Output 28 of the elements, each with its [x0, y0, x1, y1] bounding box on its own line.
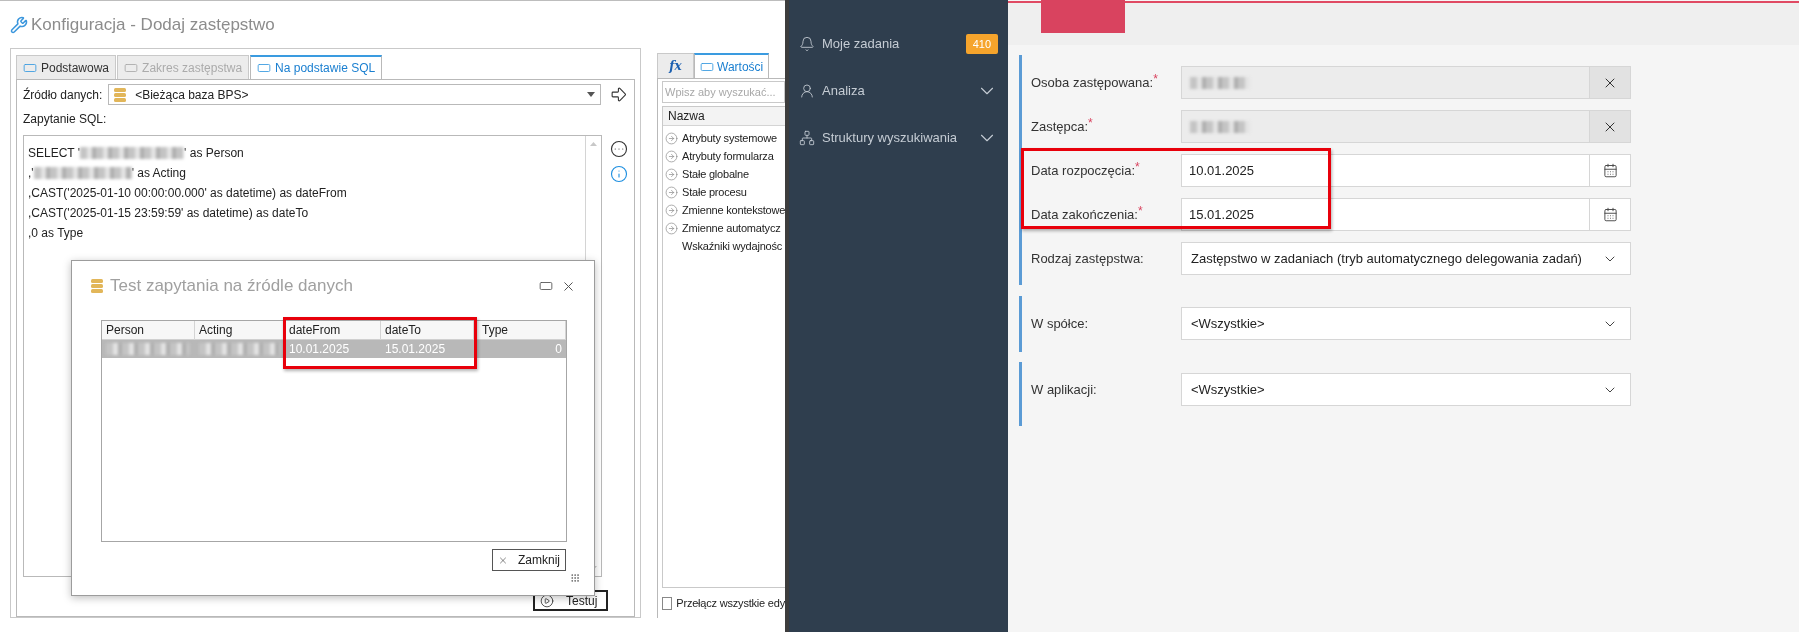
field-label: Źródło danych:: [23, 86, 104, 104]
required-mark: *: [1153, 72, 1158, 85]
code-line: ' as Acting: [131, 165, 186, 182]
count-badge: 410: [965, 33, 998, 54]
dialog-title: Test zapytania na źródle danych: [110, 275, 353, 298]
field-label: Rodzaj zastępstwa:: [1031, 249, 1144, 268]
field-label: W aplikacji:: [1031, 380, 1097, 399]
window-title: Konfiguracja - Dodaj zastępstwo: [31, 13, 275, 36]
field-label: Data rozpoczęcia:: [1031, 161, 1136, 180]
code-line: ,CAST('2025-01-15 23:59:59' as datetime) as dateTo: [28, 205, 309, 222]
required-mark: *: [1137, 204, 1143, 217]
field-label: Data zakończenia:: [1031, 205, 1138, 224]
required-mark: *: [1135, 160, 1140, 173]
required-mark: *: [1088, 116, 1093, 129]
checkbox-label: Przełącz wszystkie edy: [676, 595, 785, 611]
table-cell-text: 15.01.2025: [385, 341, 446, 358]
field-label: Zapytanie SQL:: [23, 111, 108, 128]
code-line: SELECT ': [28, 145, 81, 162]
field-label: W spółce:: [1031, 314, 1089, 333]
code-line: ,CAST('2025-01-10 00:00:00.000' as datetime) as dateFrom: [28, 185, 347, 202]
field-label: Zastępca:: [1031, 117, 1089, 136]
code-line: ,0 as Type: [28, 225, 84, 242]
code-line: ' as Person: [184, 145, 244, 162]
table-cell-text: 0: [555, 341, 562, 358]
column-header: Nazwa: [663, 107, 785, 126]
code-line: ,': [28, 165, 34, 182]
table-cell-text: 10.01.2025: [289, 341, 350, 358]
field-label: Osoba zastępowana:: [1031, 73, 1154, 92]
